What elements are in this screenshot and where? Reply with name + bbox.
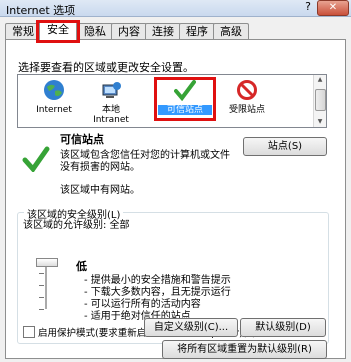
- zone-restricted-sites[interactable]: 受限站点: [216, 79, 278, 121]
- security-slider-track[interactable]: [45, 261, 48, 309]
- zone-note: 该区域中有网站。: [60, 185, 140, 196]
- sites-button[interactable]: 站点(S): [243, 137, 327, 156]
- reset-all-zones-button[interactable]: 将所有区域重置为默认级别(R): [162, 340, 327, 359]
- scroll-thumb[interactable]: [315, 89, 326, 111]
- zone-title: 可信站点: [60, 133, 104, 146]
- zone-trusted-label: 可信站点: [158, 105, 212, 115]
- default-level-button[interactable]: 默认级别(D): [240, 318, 326, 337]
- scroll-down-icon[interactable]: ▼: [314, 117, 326, 127]
- zone-description: 该区域包含您信任对您的计算机或文件没有损害的网站。: [60, 150, 230, 173]
- zone-restricted-label: 受限站点: [228, 105, 265, 115]
- trusted-checkmark-icon: [22, 146, 50, 172]
- zone-list[interactable]: Internet 本地 Intranet 可信站点 受限站点 ▲ ▼: [17, 74, 327, 128]
- help-button[interactable]: ?: [301, 0, 315, 14]
- protected-mode-checkbox[interactable]: [23, 326, 35, 338]
- custom-level-button[interactable]: 自定义级别(C)...: [144, 318, 238, 337]
- zone-list-scrollbar[interactable]: ▲ ▼: [313, 75, 326, 127]
- tab-programs[interactable]: 程序: [179, 23, 215, 40]
- allowed-level: 该区域的允许级别: 全部: [23, 220, 130, 231]
- slider-tick: [39, 273, 44, 274]
- globe-icon: [44, 80, 64, 100]
- slider-tick: [39, 297, 44, 298]
- zone-internet-label: Internet: [36, 105, 72, 115]
- tab-connections[interactable]: 连接: [145, 23, 181, 40]
- slider-tick: [39, 285, 44, 286]
- zone-prompt: 选择要查看的区域或更改安全设置。: [18, 61, 194, 74]
- window-title: Internet 选项: [6, 4, 76, 17]
- tab-advanced[interactable]: 高级: [213, 23, 249, 40]
- zone-trusted-sites[interactable]: 可信站点: [154, 77, 216, 121]
- title-bar: Internet 选项 ? ✕: [0, 0, 351, 17]
- close-button[interactable]: ✕: [317, 0, 349, 16]
- tab-content[interactable]: 内容: [111, 23, 147, 40]
- intranet-icon: [102, 82, 121, 98]
- zone-internet[interactable]: Internet: [23, 79, 85, 121]
- security-slider-thumb[interactable]: [36, 258, 58, 267]
- tab-security[interactable]: 安全: [36, 20, 80, 43]
- zone-local-intranet[interactable]: 本地 Intranet: [80, 79, 142, 125]
- checkmark-icon: [174, 80, 196, 101]
- slider-tick: [39, 309, 44, 310]
- scroll-up-icon[interactable]: ▲: [314, 75, 326, 85]
- zone-intranet-label: 本地 Intranet: [93, 105, 129, 125]
- restricted-icon: [237, 80, 257, 100]
- tab-privacy[interactable]: 隐私: [77, 23, 113, 40]
